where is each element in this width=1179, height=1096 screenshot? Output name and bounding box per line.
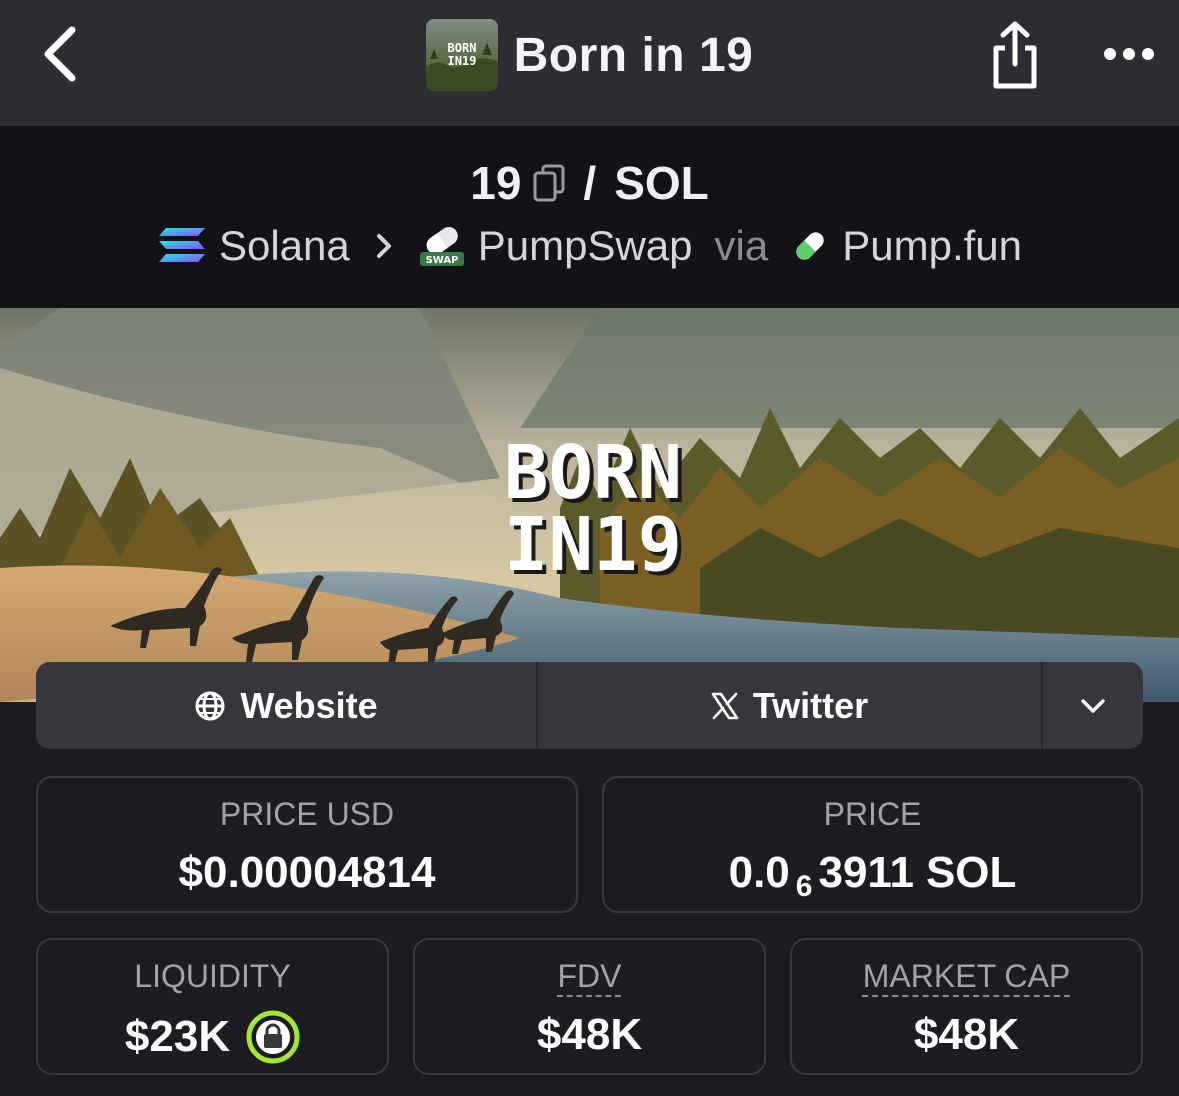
chevron-right-icon xyxy=(374,232,394,260)
twitter-label: Twitter xyxy=(752,684,869,726)
svg-text:SWAP: SWAP xyxy=(425,255,458,266)
network-link[interactable]: Solana xyxy=(219,222,350,270)
pill-icon xyxy=(790,226,830,266)
dex-link[interactable]: PumpSwap xyxy=(478,222,693,270)
pair-info: 19 / SOL Solana SWAP PumpSwap via Pump.f… xyxy=(0,126,1179,308)
price-native-label: PRICE xyxy=(823,796,922,832)
price-native-card: PRICE 0.0 6 3911 SOL xyxy=(602,776,1143,913)
liquidity-value: $23K xyxy=(124,1012,231,1061)
market-cap-value: $48K xyxy=(913,1010,1020,1059)
pumpswap-icon: SWAP xyxy=(418,224,466,268)
website-label: Website xyxy=(240,684,378,726)
x-logo-icon xyxy=(711,692,739,720)
fdv-label[interactable]: FDV xyxy=(558,958,622,994)
copy-address-button[interactable] xyxy=(533,164,565,202)
chevron-left-icon xyxy=(44,26,76,82)
token-avatar: BORN IN19 xyxy=(425,19,498,91)
price-usd-value: $0.00004814 xyxy=(178,848,436,897)
pair-title: 19 / SOL xyxy=(0,156,1179,210)
copy-icon xyxy=(533,164,565,202)
svg-text:IN19: IN19 xyxy=(504,502,682,588)
price-usd-label: PRICE USD xyxy=(219,796,395,832)
more-options-button[interactable] xyxy=(1095,30,1163,78)
website-button[interactable]: Website xyxy=(36,662,538,749)
quote-token-symbol: SOL xyxy=(614,157,709,209)
lock-icon[interactable] xyxy=(246,1010,300,1064)
ellipsis-icon xyxy=(1104,48,1154,60)
fdv-value: $48K xyxy=(536,1010,643,1059)
via-label: via xyxy=(714,222,769,269)
solana-icon xyxy=(157,226,207,266)
chevron-down-icon xyxy=(1081,698,1105,713)
share-button[interactable] xyxy=(980,16,1050,94)
market-cap-label[interactable]: MARKET CAP xyxy=(863,958,1070,994)
fdv-card: FDV $48K xyxy=(413,938,766,1075)
twitter-button[interactable]: Twitter xyxy=(538,662,1043,749)
base-token-symbol: 19 xyxy=(470,157,522,209)
page-title: Born in 19 xyxy=(513,28,754,82)
svg-text:BORN: BORN xyxy=(447,41,476,55)
back-button[interactable] xyxy=(30,22,90,86)
share-icon xyxy=(993,21,1037,89)
token-banner: BORN BORN IN19 IN19 xyxy=(0,308,1179,702)
top-bar: BORN IN19 Born in 19 xyxy=(0,0,1179,126)
market-cap-card: MARKET CAP $48K xyxy=(790,938,1143,1075)
social-links: Website Twitter xyxy=(36,662,1143,749)
svg-text:IN19: IN19 xyxy=(447,54,476,68)
more-links-dropdown[interactable] xyxy=(1043,662,1143,749)
liquidity-card: LIQUIDITY $23K xyxy=(36,938,389,1075)
launchpad-link[interactable]: Pump.fun xyxy=(842,222,1022,270)
price-usd-card: PRICE USD $0.00004814 xyxy=(36,776,578,913)
liquidity-label: LIQUIDITY xyxy=(134,958,291,994)
chain-breadcrumb: Solana SWAP PumpSwap via Pump.fun xyxy=(0,222,1179,270)
zero-count-subscript: 6 xyxy=(795,870,813,903)
liquidity-value-row: $23K xyxy=(38,1010,387,1064)
pair-separator: / xyxy=(583,157,597,209)
globe-icon xyxy=(194,690,226,722)
price-native-value: 0.0 6 3911 SOL xyxy=(728,848,1017,903)
